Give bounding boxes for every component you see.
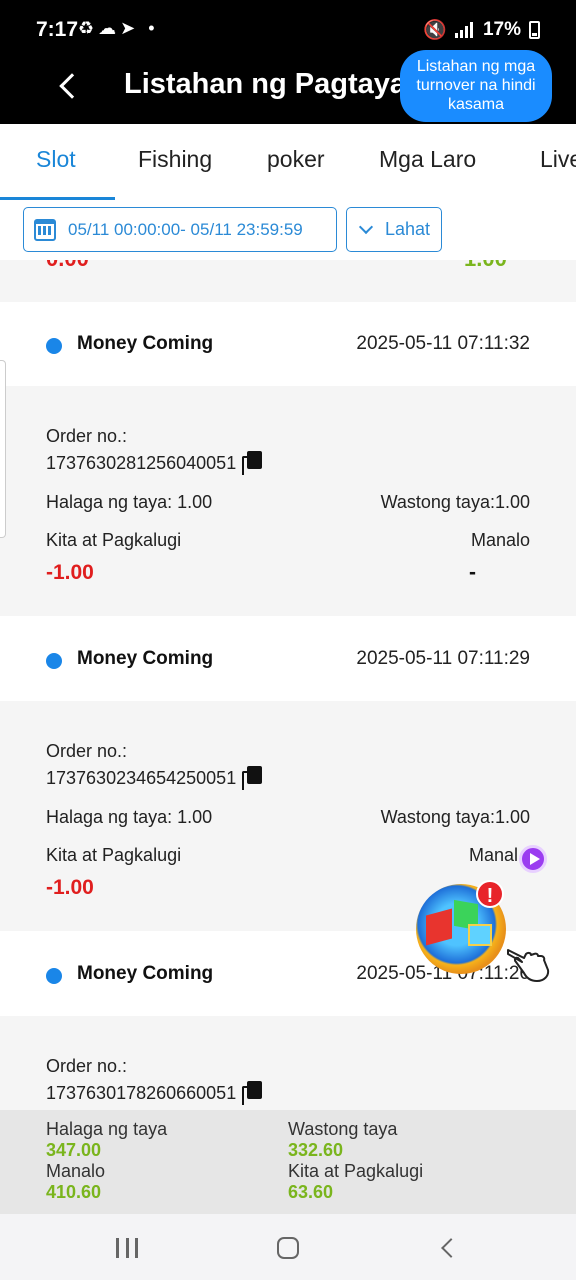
summary-value: 410.60 xyxy=(46,1182,102,1202)
profit-loss-value: 0.00 xyxy=(46,260,89,272)
summary-bar: Halaga ng taya 347.00 Wastong taya 332.6… xyxy=(0,1110,576,1214)
record-header: Money Coming 2025-05-11 07:11:32 xyxy=(0,302,576,386)
back-button[interactable] xyxy=(48,66,88,106)
order-number-row: 1737630178260660051 xyxy=(46,1081,264,1105)
signal-icon xyxy=(454,22,475,38)
date-range-picker[interactable]: 05/11 00:00:00- 05/11 23:59:59 xyxy=(23,207,337,252)
summary-label: Kita at Pagkalugi xyxy=(288,1161,424,1181)
system-nav-bar xyxy=(0,1214,576,1280)
game-name: Money Coming xyxy=(77,963,214,984)
chevron-left-icon xyxy=(59,73,85,99)
summary-label: Wastong taya xyxy=(288,1119,398,1139)
order-number-row: 1737630234654250051 xyxy=(46,766,264,790)
profit-loss-value: -1.00 xyxy=(46,876,94,899)
battery-percent: 17% xyxy=(482,19,521,40)
list-item[interactable]: Money Coming 2025-05-11 07:11:32 Order n… xyxy=(0,302,576,616)
record-body: Order no.: 1737630178260660051 xyxy=(0,1016,576,1110)
profit-loss-label: Kita at Pagkalugi xyxy=(46,530,182,550)
copy-icon[interactable] xyxy=(242,1081,264,1105)
play-icon[interactable] xyxy=(519,845,547,873)
profit-loss-value: -1.00 xyxy=(46,561,94,584)
record-body: Order no.: 1737630281256040051 Halaga ng… xyxy=(0,386,576,616)
copy-icon[interactable] xyxy=(242,451,264,475)
home-icon[interactable] xyxy=(277,1237,299,1259)
summary-win: Manalo 410.60 xyxy=(46,1161,105,1203)
bet-amount: Halaga ng taya: 1.00 xyxy=(46,807,213,827)
chevron-down-icon xyxy=(358,219,374,234)
side-drawer-handle[interactable] xyxy=(0,360,6,538)
win-label: Manal xyxy=(468,845,518,865)
copy-icon[interactable] xyxy=(242,766,264,790)
win-label: Manalo xyxy=(470,530,530,550)
summary-label: Halaga ng taya xyxy=(46,1119,168,1139)
notification-icons: ♻☁➤ • xyxy=(78,18,159,38)
tab-fishing[interactable]: Fishing xyxy=(138,146,212,173)
filter-bar: 05/11 00:00:00- 05/11 23:59:59 Lahat xyxy=(0,200,576,260)
status-dot-icon xyxy=(46,968,62,984)
valid-bet: Wastong taya:1.00 xyxy=(380,492,530,512)
win-value: - xyxy=(469,561,476,584)
status-time: 7:17 xyxy=(36,18,79,41)
summary-value: 332.60 xyxy=(288,1140,344,1160)
valid-bet: Wastong taya:1.00 xyxy=(380,807,530,827)
category-dropdown[interactable]: Lahat xyxy=(346,207,442,252)
order-label: Order no.: xyxy=(46,426,128,446)
page-title: Listahan ng Pagtaya xyxy=(124,68,407,100)
summary-label: Manalo xyxy=(46,1161,106,1181)
mute-icon: 🔇 xyxy=(423,20,447,41)
status-dot-icon xyxy=(46,653,62,669)
battery-icon xyxy=(529,21,540,39)
summary-valid-bet: Wastong taya 332.60 xyxy=(288,1119,397,1161)
order-label: Order no.: xyxy=(46,1056,128,1076)
bet-amount: Halaga ng taya: 1.00 xyxy=(46,492,213,512)
tab-slot[interactable]: Slot xyxy=(36,146,76,173)
bet-record-list[interactable]: 0.00 1.00 Money Coming 2025-05-11 07:11:… xyxy=(0,260,576,1110)
status-dot-icon xyxy=(46,338,62,354)
list-item: 0.00 1.00 xyxy=(0,260,576,302)
calendar-icon xyxy=(34,218,56,241)
game-name: Money Coming xyxy=(77,333,214,354)
summary-profit-loss: Kita at Pagkalugi 63.60 xyxy=(288,1161,423,1203)
nav-back-icon[interactable] xyxy=(441,1238,461,1258)
status-right: 🔇 17% xyxy=(423,18,540,42)
summary-bet-amount: Halaga ng taya 347.00 xyxy=(46,1119,167,1161)
date-range-text: 05/11 00:00:00- 05/11 23:59:59 xyxy=(68,219,303,239)
order-number: 1737630178260660051 xyxy=(46,1082,237,1103)
profit-loss-label: Kita at Pagkalugi xyxy=(46,845,182,865)
cube-icon xyxy=(468,924,492,946)
tab-live[interactable]: Live xyxy=(540,146,576,173)
alert-badge: ! xyxy=(476,880,504,908)
excluded-turnover-button[interactable]: Listahan ng mga turnover na hindi kasama xyxy=(400,50,552,122)
record-header: Money Coming 2025-05-11 07:11:29 xyxy=(0,617,576,701)
summary-value: 63.60 xyxy=(288,1182,334,1202)
order-number: 1737630234654250051 xyxy=(46,767,237,788)
order-label: Order no.: xyxy=(46,741,128,761)
order-number: 1737630281256040051 xyxy=(46,452,237,473)
tab-mga-laro[interactable]: Mga Laro xyxy=(379,146,476,173)
category-dropdown-value: Lahat xyxy=(385,219,431,239)
summary-value: 347.00 xyxy=(46,1140,102,1160)
pointing-hand-icon xyxy=(507,949,550,982)
game-name: Money Coming xyxy=(77,648,214,669)
tab-poker[interactable]: poker xyxy=(267,146,325,173)
order-number-row: 1737630281256040051 xyxy=(46,451,264,475)
win-value: 1.00 xyxy=(464,260,507,272)
record-time: 2025-05-11 07:11:32 xyxy=(356,333,530,354)
category-tabs: Slot Fishing poker Mga Laro Live xyxy=(0,124,576,200)
cube-icon xyxy=(426,908,452,946)
recent-apps-icon[interactable] xyxy=(116,1238,138,1258)
record-time: 2025-05-11 07:11:29 xyxy=(356,648,530,669)
app-header: 7:17 ♻☁➤ • 🔇 17% Listahan ng Pagtaya Lis… xyxy=(0,0,576,124)
